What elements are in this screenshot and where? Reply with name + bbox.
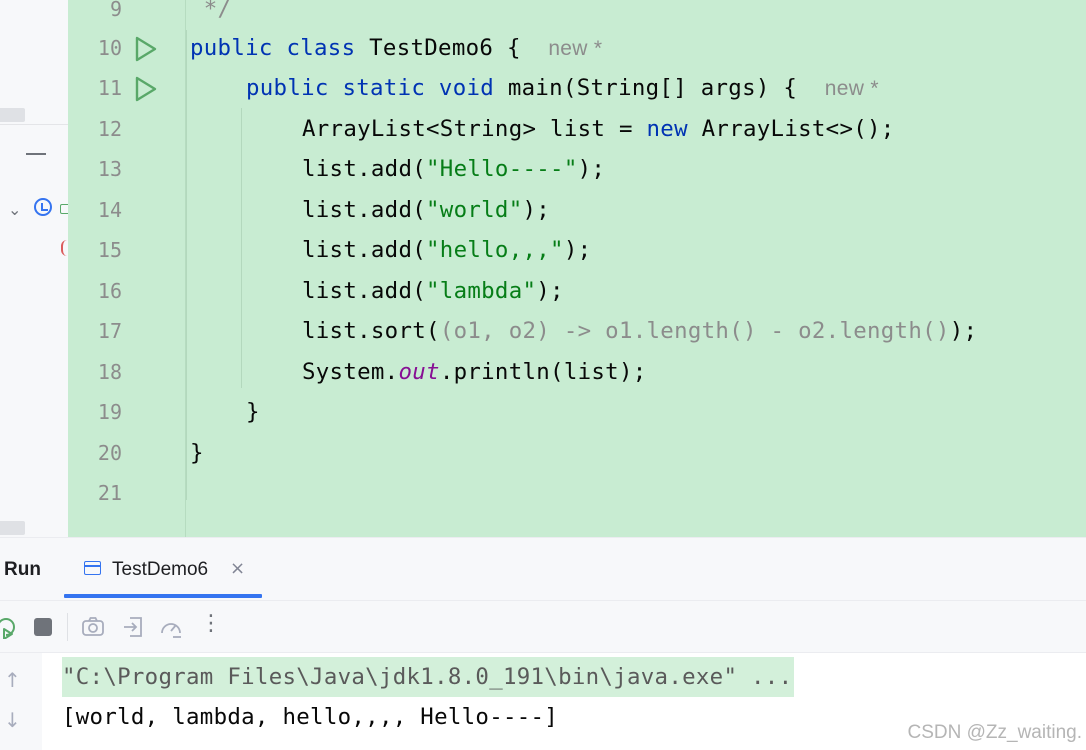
line-number: 12 bbox=[97, 117, 122, 141]
string-literal: "lambda" bbox=[426, 278, 537, 304]
code-text: ArrayList<>(); bbox=[687, 116, 895, 142]
line-number: 19 bbox=[97, 400, 122, 424]
code-text: list.sort((o1, o2) -> o1.length() - o2.l… bbox=[302, 311, 977, 351]
code-line: 14 list.add("world"); bbox=[68, 190, 1086, 230]
code-line: 18 System.out.println(list); bbox=[68, 352, 1086, 392]
console-output-line: [world, lambda, hello,,,, Hello----] bbox=[62, 704, 559, 730]
watermark: CSDN @Zz_waiting. bbox=[907, 722, 1083, 743]
code-line: 12 ArrayList<String> list = new ArrayLis… bbox=[68, 109, 1086, 149]
line-number: 14 bbox=[97, 198, 122, 222]
code-text: list.add( bbox=[302, 278, 427, 304]
code-text: list.add("world"); bbox=[302, 190, 550, 230]
line-number: 16 bbox=[97, 279, 122, 303]
run-main-icon[interactable] bbox=[132, 76, 158, 102]
code-text: System.out.println(list); bbox=[302, 352, 647, 392]
string-literal: "world" bbox=[426, 197, 523, 223]
code-text: ); bbox=[563, 237, 592, 263]
keyword: public static void bbox=[246, 75, 495, 101]
chevron-down-icon[interactable]: ⌄ bbox=[8, 200, 21, 219]
code-line: 10 public class TestDemo6 { new * bbox=[68, 28, 1086, 68]
code-text: list.add("lambda"); bbox=[302, 271, 564, 311]
scroll-thumb-bottom[interactable] bbox=[0, 521, 25, 535]
code-text: main(String[] args) { bbox=[494, 75, 798, 101]
code-line: 11 public static void main(String[] args… bbox=[68, 68, 1086, 108]
camera-icon[interactable] bbox=[81, 615, 105, 639]
inlay-hint[interactable]: new * bbox=[825, 77, 879, 100]
line-number: 11 bbox=[97, 76, 122, 100]
lambda-expression: (o1, o2) -> o1.length() - o2.length() bbox=[439, 318, 950, 344]
code-text: ); bbox=[536, 278, 564, 304]
console-command-line[interactable]: "C:\Program Files\Java\jdk1.8.0_191\bin\… bbox=[62, 657, 795, 697]
code-text: ); bbox=[949, 318, 978, 344]
code-line: 20 } bbox=[68, 433, 1086, 473]
code-line: 21 bbox=[68, 473, 1086, 513]
code-text: list.add("hello,,,"); bbox=[302, 230, 591, 270]
code-text: } bbox=[246, 399, 260, 425]
code-text: list.sort( bbox=[302, 318, 440, 344]
project-tool-strip: ⌄ bbox=[0, 0, 70, 537]
toolbar-divider bbox=[67, 613, 68, 641]
code-text: ); bbox=[577, 156, 606, 182]
code-text: ArrayList<String> list = bbox=[302, 116, 647, 142]
minimize-icon[interactable] bbox=[26, 153, 46, 155]
refresh-icon[interactable] bbox=[34, 198, 52, 216]
inlay-hint[interactable]: new * bbox=[548, 37, 602, 60]
line-number: 10 bbox=[97, 36, 122, 60]
code-text: TestDemo6 { bbox=[355, 35, 521, 61]
line-number: 20 bbox=[97, 441, 122, 465]
code-text: .println(list); bbox=[439, 359, 647, 385]
run-tool-window: Run TestDemo6 × ⋮ ↑ ↓ "C:\Program Files\… bbox=[0, 537, 1086, 750]
code-line: 16 list.add("lambda"); bbox=[68, 271, 1086, 311]
more-options-icon[interactable]: ⋮ bbox=[200, 611, 222, 636]
tab-label: TestDemo6 bbox=[112, 559, 209, 580]
line-number: 17 bbox=[97, 319, 122, 343]
application-icon bbox=[84, 561, 101, 575]
code-text: list.add( bbox=[302, 156, 427, 182]
code-text: list.add("Hello----"); bbox=[302, 149, 605, 189]
line-number: 21 bbox=[97, 481, 122, 505]
code-text: ); bbox=[522, 197, 551, 223]
panel-border bbox=[0, 537, 1086, 538]
line-number: 18 bbox=[97, 360, 122, 384]
code-text: public class TestDemo6 { new * bbox=[190, 28, 602, 69]
string-literal: "hello,,," bbox=[426, 237, 564, 263]
code-text: System. bbox=[302, 359, 399, 385]
scroll-up-icon[interactable]: ↑ bbox=[4, 668, 21, 692]
code-text: list.add( bbox=[302, 197, 427, 223]
code-text: public static void main(String[] args) {… bbox=[246, 68, 879, 109]
line-number: 13 bbox=[97, 157, 122, 181]
active-tab-indicator bbox=[64, 594, 262, 598]
scroll-thumb[interactable] bbox=[0, 108, 25, 122]
keyword: new bbox=[646, 116, 688, 142]
code-line: 15 list.add("hello,,,"); bbox=[68, 230, 1086, 270]
static-field: out bbox=[398, 359, 440, 385]
speedometer-icon[interactable] bbox=[159, 615, 183, 639]
code-text: list.add( bbox=[302, 237, 427, 263]
line-number: 15 bbox=[97, 238, 122, 262]
tab-testdemo6[interactable]: TestDemo6 × bbox=[64, 545, 262, 601]
strip-divider bbox=[0, 124, 68, 125]
code-line: 17 list.sort((o1, o2) -> o1.length() - o… bbox=[68, 311, 1086, 351]
code-line: 19 } bbox=[68, 392, 1086, 432]
close-icon[interactable]: × bbox=[230, 558, 245, 579]
string-literal: "Hello----" bbox=[426, 156, 578, 182]
rerun-icon[interactable] bbox=[0, 615, 18, 639]
keyword: public class bbox=[190, 35, 356, 61]
exit-icon[interactable] bbox=[121, 615, 145, 639]
run-title: Run bbox=[4, 559, 41, 580]
toolbar-separator bbox=[0, 600, 1086, 601]
code-text: ArrayList<String> list = new ArrayList<>… bbox=[302, 109, 895, 149]
stop-icon[interactable] bbox=[31, 615, 55, 639]
scroll-down-icon[interactable]: ↓ bbox=[4, 708, 21, 732]
code-line: 13 list.add("Hello----"); bbox=[68, 149, 1086, 189]
code-line: 9 */ bbox=[68, 0, 1086, 29]
code-editor[interactable]: 9 */ 10 public class TestDemo6 { new * 1… bbox=[68, 0, 1086, 537]
code-text: */ bbox=[190, 0, 232, 22]
run-class-icon[interactable] bbox=[132, 36, 158, 62]
code-text: } bbox=[190, 440, 204, 466]
line-number: 9 bbox=[109, 0, 122, 21]
